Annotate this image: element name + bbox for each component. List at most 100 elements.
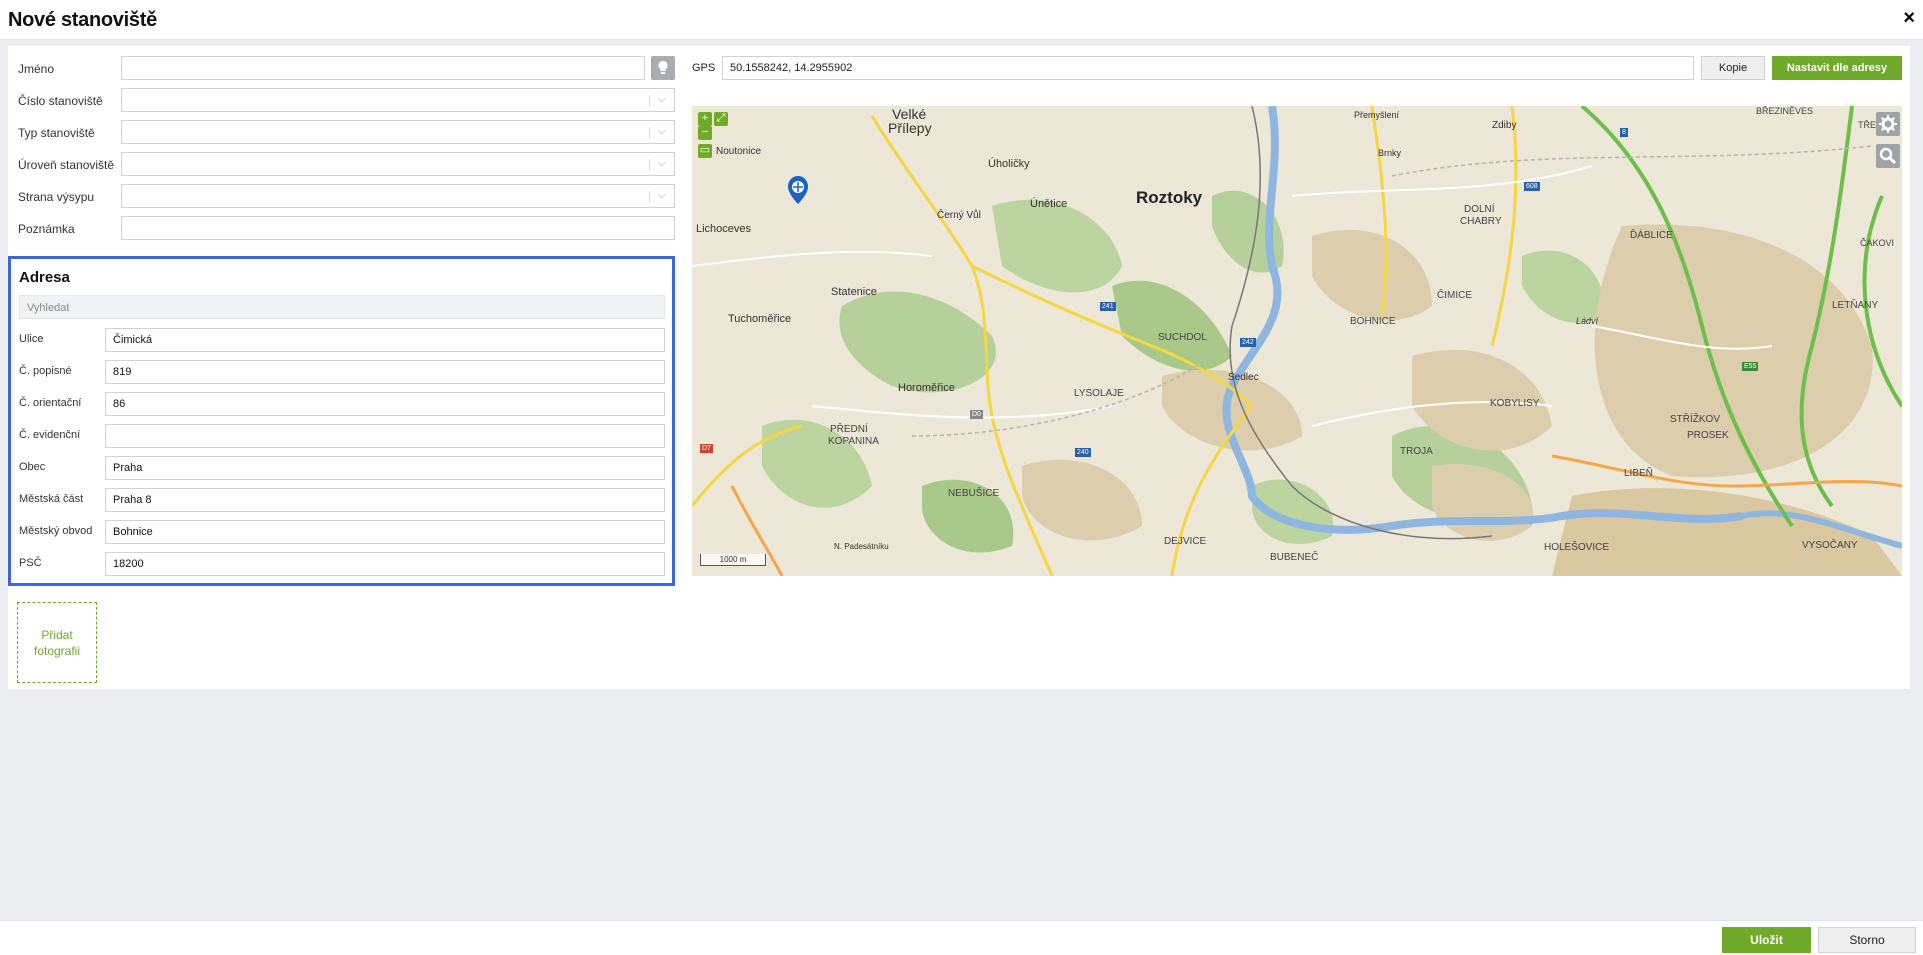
map-label-tuchomerice: Tuchoměřice xyxy=(728,313,792,325)
map-label-holesovice: HOLEŠOVICE xyxy=(1544,542,1610,553)
zoom-out-icon[interactable]: − xyxy=(698,126,712,140)
save-button[interactable]: Uložit xyxy=(1722,927,1811,953)
municipality-label: Obec xyxy=(19,461,46,473)
map-label-kopanina: KOPANINA xyxy=(828,436,879,447)
road-badge: D7 xyxy=(700,444,713,453)
note-input[interactable] xyxy=(121,216,675,240)
city-ward-label: Městský obvod xyxy=(19,525,93,537)
address-row: Č. evidenční xyxy=(19,424,665,448)
city-district-input[interactable]: Praha 8 xyxy=(105,488,665,512)
gps-row: GPS 50.1558242, 14.2955902 Kopie Nastavi… xyxy=(692,56,1910,82)
name-label: Jméno xyxy=(18,62,55,76)
gps-input[interactable]: 50.1558242, 14.2955902 xyxy=(722,56,1694,80)
address-row: PSČ 18200 xyxy=(19,552,665,576)
city-ward-input[interactable]: Bohnice xyxy=(105,520,665,544)
gps-label: GPS xyxy=(692,62,716,74)
address-section: Adresa Vyhledat Ulice Čimická Č. popisné… xyxy=(8,256,675,586)
road-badge: 240 xyxy=(1075,448,1091,457)
site-type-label: Typ stanoviště xyxy=(18,126,95,140)
house-number-label: Č. popisné xyxy=(19,365,72,377)
map-label-brezineves: BŘEZINĚVES xyxy=(1756,106,1814,116)
address-row: Obec Praha xyxy=(19,456,665,480)
add-photo-label: Přidat fotografii xyxy=(33,627,81,658)
fullscreen-icon[interactable]: ⤢ xyxy=(714,112,728,126)
map-tiles xyxy=(692,106,1902,576)
search-icon[interactable] xyxy=(1876,144,1900,168)
cancel-button[interactable]: Storno xyxy=(1818,927,1916,953)
site-level-label: Úroveň stanoviště xyxy=(18,158,115,172)
postal-code-input[interactable]: 18200 xyxy=(105,552,665,576)
close-icon[interactable]: × xyxy=(1903,8,1915,28)
print-icon[interactable]: ▭ xyxy=(698,144,712,158)
road-badge: 8 xyxy=(1620,128,1628,137)
name-input[interactable] xyxy=(121,56,645,80)
chevron-down-icon: ⌵ xyxy=(658,190,666,201)
dialog-footer: Uložit Storno xyxy=(0,920,1923,955)
dialog-header: Nové stanoviště × xyxy=(0,0,1923,40)
road-badge: 242 xyxy=(1240,338,1256,347)
orientation-number-input[interactable]: 86 xyxy=(105,392,665,416)
map-label-uholicky: Úholičky xyxy=(988,158,1030,170)
address-row: Ulice Čimická xyxy=(19,328,665,352)
registry-number-label: Č. evidenční xyxy=(19,429,81,441)
select-separator xyxy=(649,127,650,139)
dump-side-row: Strana výsypu ⌵ xyxy=(18,184,675,210)
address-title: Adresa xyxy=(19,269,70,286)
municipality-input[interactable]: Praha xyxy=(105,456,665,480)
map-label-predni: PŘEDNÍ xyxy=(830,424,868,435)
map-label-dejvice: DEJVICE xyxy=(1164,536,1207,547)
dialog-title: Nové stanoviště xyxy=(8,9,157,31)
dialog-content: Jméno Číslo stanoviště ⌵ Typ stanoviště … xyxy=(8,46,1910,689)
map-label-na-padesatniku: N. Padesátníku xyxy=(834,542,889,551)
map-label-bohnice: BOHNICE xyxy=(1350,316,1396,327)
address-row: Městský obvod Bohnice xyxy=(19,520,665,544)
map-label-statenice: Statenice xyxy=(831,286,877,298)
map-label-letnany: LETŇANY xyxy=(1832,300,1879,311)
site-type-select[interactable]: ⌵ xyxy=(121,120,675,144)
set-from-address-button[interactable]: Nastavit dle adresy xyxy=(1772,56,1902,80)
orientation-number-label: Č. orientační xyxy=(19,397,82,409)
postal-code-label: PSČ xyxy=(19,557,42,569)
street-input[interactable]: Čimická xyxy=(105,328,665,352)
note-label: Poznámka xyxy=(18,222,75,236)
zoom-in-icon[interactable]: + xyxy=(698,112,712,126)
map-label-premysleni: Přemyšlení xyxy=(1354,110,1400,120)
map-scale: 1000 m xyxy=(700,554,766,566)
chevron-down-icon: ⌵ xyxy=(658,126,666,137)
gear-icon[interactable] xyxy=(1876,112,1900,136)
map-label-roztoky: Roztoky xyxy=(1136,188,1203,207)
address-search-input[interactable]: Vyhledat xyxy=(19,295,665,319)
map-label-liben: LIBEŇ xyxy=(1624,468,1653,479)
road-badge: 241 xyxy=(1100,302,1116,311)
address-row: Č. orientační 86 xyxy=(19,392,665,416)
add-photo-button[interactable]: Přidat fotografii xyxy=(17,602,97,683)
dump-side-label: Strana výsypu xyxy=(18,190,95,204)
site-level-select[interactable]: ⌵ xyxy=(121,152,675,176)
copy-button[interactable]: Kopie xyxy=(1701,56,1765,80)
map-label-chabry: CHABRY xyxy=(1460,216,1502,227)
note-row: Poznámka xyxy=(18,216,675,242)
address-row: Č. popisné 819 xyxy=(19,360,665,384)
map-label-brnky: Brnky xyxy=(1378,148,1402,158)
site-number-select[interactable]: ⌵ xyxy=(121,88,675,112)
map-label-cakovi: ČAKOVI xyxy=(1860,238,1895,248)
map-label-horomerice: Horoměřice xyxy=(898,382,955,394)
name-row: Jméno xyxy=(18,56,675,82)
map-label-nebusice: NEBUŠICE xyxy=(948,488,1000,499)
map-label-ladvi: Ládví xyxy=(1576,316,1599,326)
house-number-input[interactable]: 819 xyxy=(105,360,665,384)
lightbulb-icon[interactable] xyxy=(651,56,675,80)
select-separator xyxy=(649,95,650,107)
site-type-row: Typ stanoviště ⌵ xyxy=(18,120,675,146)
address-row: Městská část Praha 8 xyxy=(19,488,665,512)
site-number-row: Číslo stanoviště ⌵ xyxy=(18,88,675,114)
map-view[interactable]: Roztoky Velké Přílepy Noutonice Úholičky… xyxy=(692,106,1902,576)
dump-side-select[interactable]: ⌵ xyxy=(121,184,675,208)
map-label-cimice: ČIMICE xyxy=(1437,290,1472,301)
select-separator xyxy=(649,159,650,171)
map-label-cerny-vul: Černý Vůl xyxy=(937,210,981,221)
road-badge: 608 xyxy=(1524,182,1540,191)
map-label-unetice: Únětice xyxy=(1030,198,1068,210)
map-label-noutonice: Noutonice xyxy=(716,146,762,157)
registry-number-input[interactable] xyxy=(105,424,665,448)
